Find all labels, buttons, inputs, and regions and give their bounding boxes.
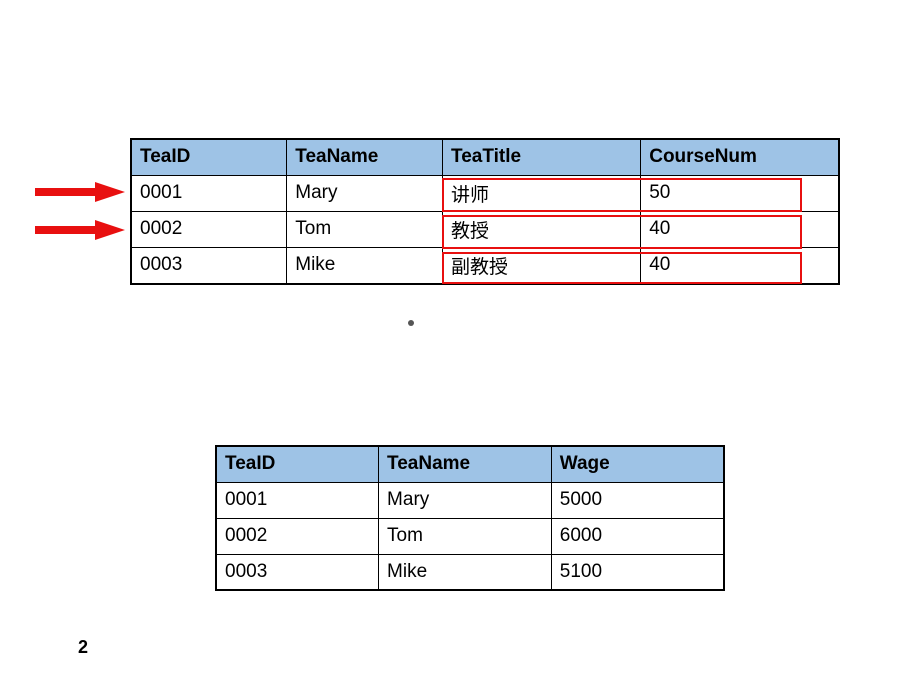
cell: 5000 [551,482,724,518]
cell: 0001 [216,482,379,518]
cell: Mike [379,554,552,590]
col-header: TeaName [287,139,443,175]
cell: 0001 [131,175,287,211]
cell: 0003 [131,247,287,284]
table-teachers: TeaID TeaName TeaTitle CourseNum 0001 Ma… [130,138,840,285]
cell: 教授 [443,211,641,247]
table-wages: TeaID TeaName Wage 0001 Mary 5000 0002 T… [215,445,725,591]
page-number: 2 [78,637,88,658]
cell: 0002 [216,518,379,554]
cell: 50 [641,175,839,211]
cell: 副教授 [443,247,641,284]
decorative-dot [408,320,414,326]
cell: Mike [287,247,443,284]
col-header: TeaID [216,446,379,482]
cell: Tom [379,518,552,554]
cell: 0002 [131,211,287,247]
table-header-row: TeaID TeaName TeaTitle CourseNum [131,139,839,175]
cell: 40 [641,211,839,247]
col-header: TeaID [131,139,287,175]
cell: Tom [287,211,443,247]
col-header: Wage [551,446,724,482]
table-row: 0001 Mary 5000 [216,482,724,518]
table-row: 0002 Tom 教授 40 [131,211,839,247]
cell: 讲师 [443,175,641,211]
cell: Mary [287,175,443,211]
cell: 5100 [551,554,724,590]
cell: Mary [379,482,552,518]
cell: 0003 [216,554,379,590]
table-row: 0003 Mike 副教授 40 [131,247,839,284]
table-row: 0003 Mike 5100 [216,554,724,590]
arrow-indicator-row2 [35,218,125,242]
table-row: 0001 Mary 讲师 50 [131,175,839,211]
cell: 6000 [551,518,724,554]
col-header: TeaTitle [443,139,641,175]
cell: 40 [641,247,839,284]
arrow-indicator-row1 [35,180,125,204]
table-header-row: TeaID TeaName Wage [216,446,724,482]
table-row: 0002 Tom 6000 [216,518,724,554]
col-header: TeaName [379,446,552,482]
col-header: CourseNum [641,139,839,175]
